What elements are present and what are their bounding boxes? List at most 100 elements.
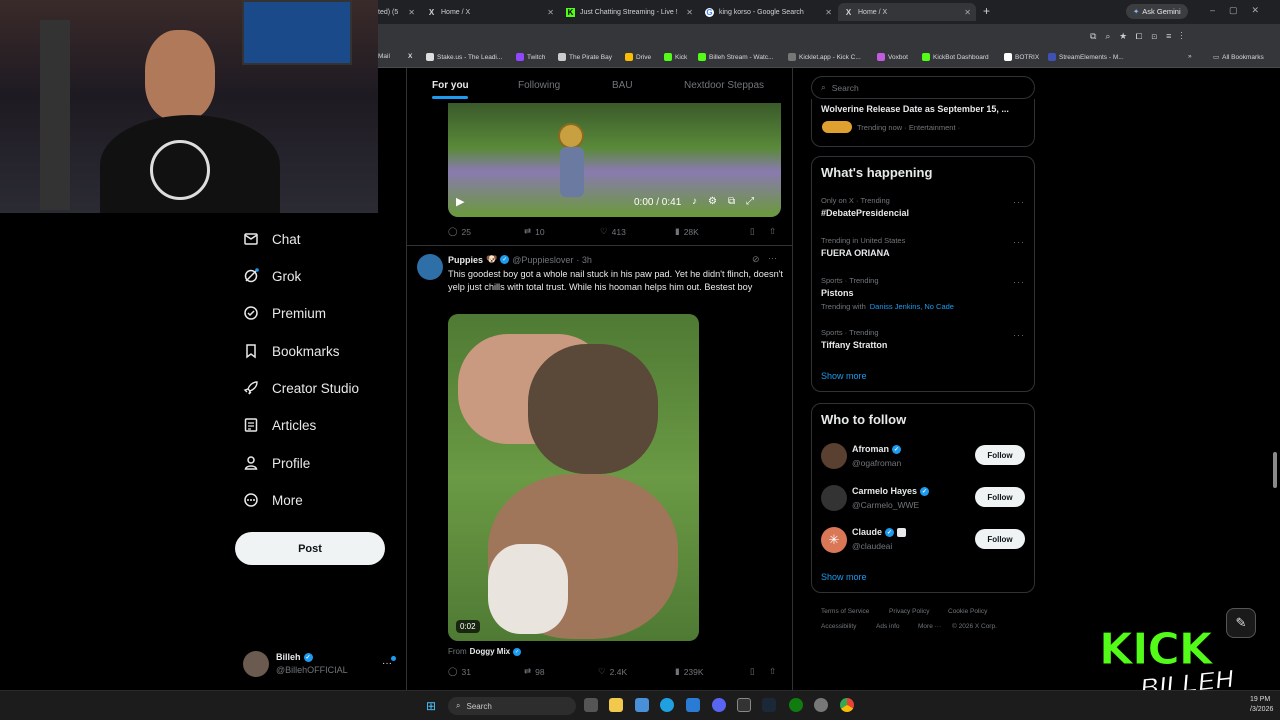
follow-name[interactable]: Claude ✓ [852,527,907,537]
close-tab-icon[interactable]: ✕ [964,8,971,17]
tab-following[interactable]: Following [518,80,560,91]
tweet-video[interactable]: 0:02 [448,314,699,641]
footer-link[interactable]: Terms of Service [821,608,869,615]
terminal-icon[interactable] [737,698,751,712]
bookmark-item[interactable]: Twitch [516,53,545,61]
tweet-time[interactable]: · 3h [576,255,592,265]
ask-gemini-button[interactable]: ✦ Ask Gemini [1126,4,1188,19]
compose-icon[interactable]: ✎ [1226,608,1256,638]
trend-name[interactable]: #DebatePresidencial [821,208,909,218]
search-input[interactable]: ⌕ Search [811,76,1035,99]
footer-link[interactable]: Privacy Policy [889,608,929,615]
bookmark-item[interactable]: Stake.us - The Leadi... [426,53,502,61]
top-trend-title[interactable]: Wolverine Release Date as September 15, … [821,104,1026,114]
task-view-icon[interactable] [584,698,598,712]
follow-button[interactable]: Follow [975,445,1025,465]
video-controls[interactable]: ♪⚙⧉⤢ [692,196,765,207]
reply-button[interactable]: ◯ 25 [448,226,471,237]
nav-creator-studio[interactable]: Creator Studio [243,377,359,399]
trend-more-icon[interactable]: ··· [1013,197,1025,207]
bookmark-tweet-icon[interactable]: ▯ [750,226,755,237]
tweet-author-name[interactable]: Puppies [448,255,483,265]
nav-premium[interactable]: Premium [243,302,326,324]
footer-link[interactable]: Accessibility [821,623,856,630]
trend-more-icon[interactable]: ··· [1013,330,1025,340]
bookmark-item[interactable]: Voxbot [877,53,908,61]
avatar[interactable] [243,651,269,677]
nav-more[interactable]: More [243,489,303,511]
repost-button[interactable]: ⇄ 98 [524,666,545,677]
mail-icon[interactable] [686,698,700,712]
trend-name[interactable]: Tiffany Stratton [821,340,887,350]
follow-name[interactable]: Afroman ✓ [852,444,902,454]
toolbar-icons[interactable]: ⧉⌕★⧠⊡≡⋮ [1090,31,1192,42]
close-tab-icon[interactable]: ✕ [825,8,832,17]
like-button[interactable]: ♡ 413 [600,226,626,237]
browser-tab[interactable]: ted) (5 ✕ [372,3,420,21]
footer-link[interactable]: Cookie Policy [948,608,987,615]
browser-tab[interactable]: Gking korso - Google Search ✕ [699,3,837,21]
file-explorer-icon[interactable] [609,698,623,712]
bookmark-item[interactable]: StreamElements - M... [1048,53,1124,61]
edge-icon[interactable] [660,698,674,712]
video-player[interactable]: ▶ 0:00 / 0:41 ♪⚙⧉⤢ [448,103,781,217]
like-button[interactable]: ♡ 2.4K [598,666,627,677]
xbox-icon[interactable] [789,698,803,712]
trend-more-icon[interactable]: ··· [1013,237,1025,247]
follow-button[interactable]: Follow [975,529,1025,549]
nav-profile[interactable]: Profile [243,452,310,474]
avatar[interactable] [417,254,443,280]
tab-bau[interactable]: BAU [612,80,633,91]
scrollbar[interactable] [1273,452,1277,488]
bookmark-item[interactable]: X [408,53,412,60]
steam-icon[interactable] [762,698,776,712]
bookmark-item[interactable]: BOTRIX [1004,53,1039,61]
bookmark-item[interactable]: Kick [664,53,687,61]
trend-more-icon[interactable]: ··· [1013,277,1025,287]
close-tab-icon[interactable]: ✕ [408,8,415,17]
windows-start-icon[interactable]: ⊞ [426,699,436,713]
close-tab-icon[interactable]: ✕ [686,8,693,17]
bookmarks-overflow-icon[interactable]: » [1188,53,1192,60]
discord-icon[interactable] [712,698,726,712]
repost-button[interactable]: ⇄ 10 [524,226,545,237]
bookmark-item[interactable]: Kicklet.app - Kick C... [788,53,861,61]
show-more-follow[interactable]: Show more [821,572,867,582]
taskbar-search[interactable]: ⌕ Search [448,697,576,715]
all-bookmarks[interactable]: ▭ All Bookmarks [1213,53,1264,62]
chrome-icon[interactable] [840,698,854,712]
bookmark-item[interactable]: KickBot Dashboard [922,53,989,61]
browser-tab-active[interactable]: X Home / X ✕ [838,3,976,21]
follow-button[interactable]: Follow [975,487,1025,507]
nav-chat[interactable]: Chat [243,228,301,250]
tab-for-you[interactable]: For you [432,80,469,91]
bookmark-tweet-icon[interactable]: ▯ [750,666,755,677]
close-tab-icon[interactable]: ✕ [547,8,554,17]
tweet-author-handle[interactable]: @Puppieslover [512,255,573,265]
nav-articles[interactable]: Articles [243,414,316,436]
trend-name[interactable]: FUERA ORIANA [821,248,890,258]
nav-grok[interactable]: Grok [243,265,301,287]
store-icon[interactable] [635,698,649,712]
footer-link[interactable]: Ads info [876,623,900,630]
browser-tab[interactable]: X Home / X ✕ [421,3,559,21]
footer-link[interactable]: More ··· [918,623,941,630]
show-more-trends[interactable]: Show more [821,371,867,381]
play-icon[interactable]: ▶ [456,195,464,208]
follow-name[interactable]: Carmelo Hayes ✓ [852,486,930,496]
tweet-more-icon[interactable]: ··· [768,253,777,263]
bookmark-item[interactable]: Drive [625,53,651,61]
trend-name[interactable]: Pistons [821,288,854,298]
post-button[interactable]: Post [235,532,385,565]
browser-tab[interactable]: K Just Chatting Streaming - Live ! ✕ [560,3,698,21]
bookmark-item[interactable]: Mail [378,53,390,60]
tab-nextdoor-steppas[interactable]: Nextdoor Steppas [684,80,764,91]
reply-button[interactable]: ◯ 31 [448,666,471,677]
avatar[interactable] [821,485,847,511]
avatar[interactable] [821,443,847,469]
views-count[interactable]: ▮ 28K [675,226,699,237]
window-controls[interactable]: –▢✕ [1210,5,1273,16]
share-icon[interactable]: ⇧ [769,666,776,677]
new-tab-button[interactable]: + [983,4,990,18]
settings-gear-icon[interactable] [814,698,828,712]
